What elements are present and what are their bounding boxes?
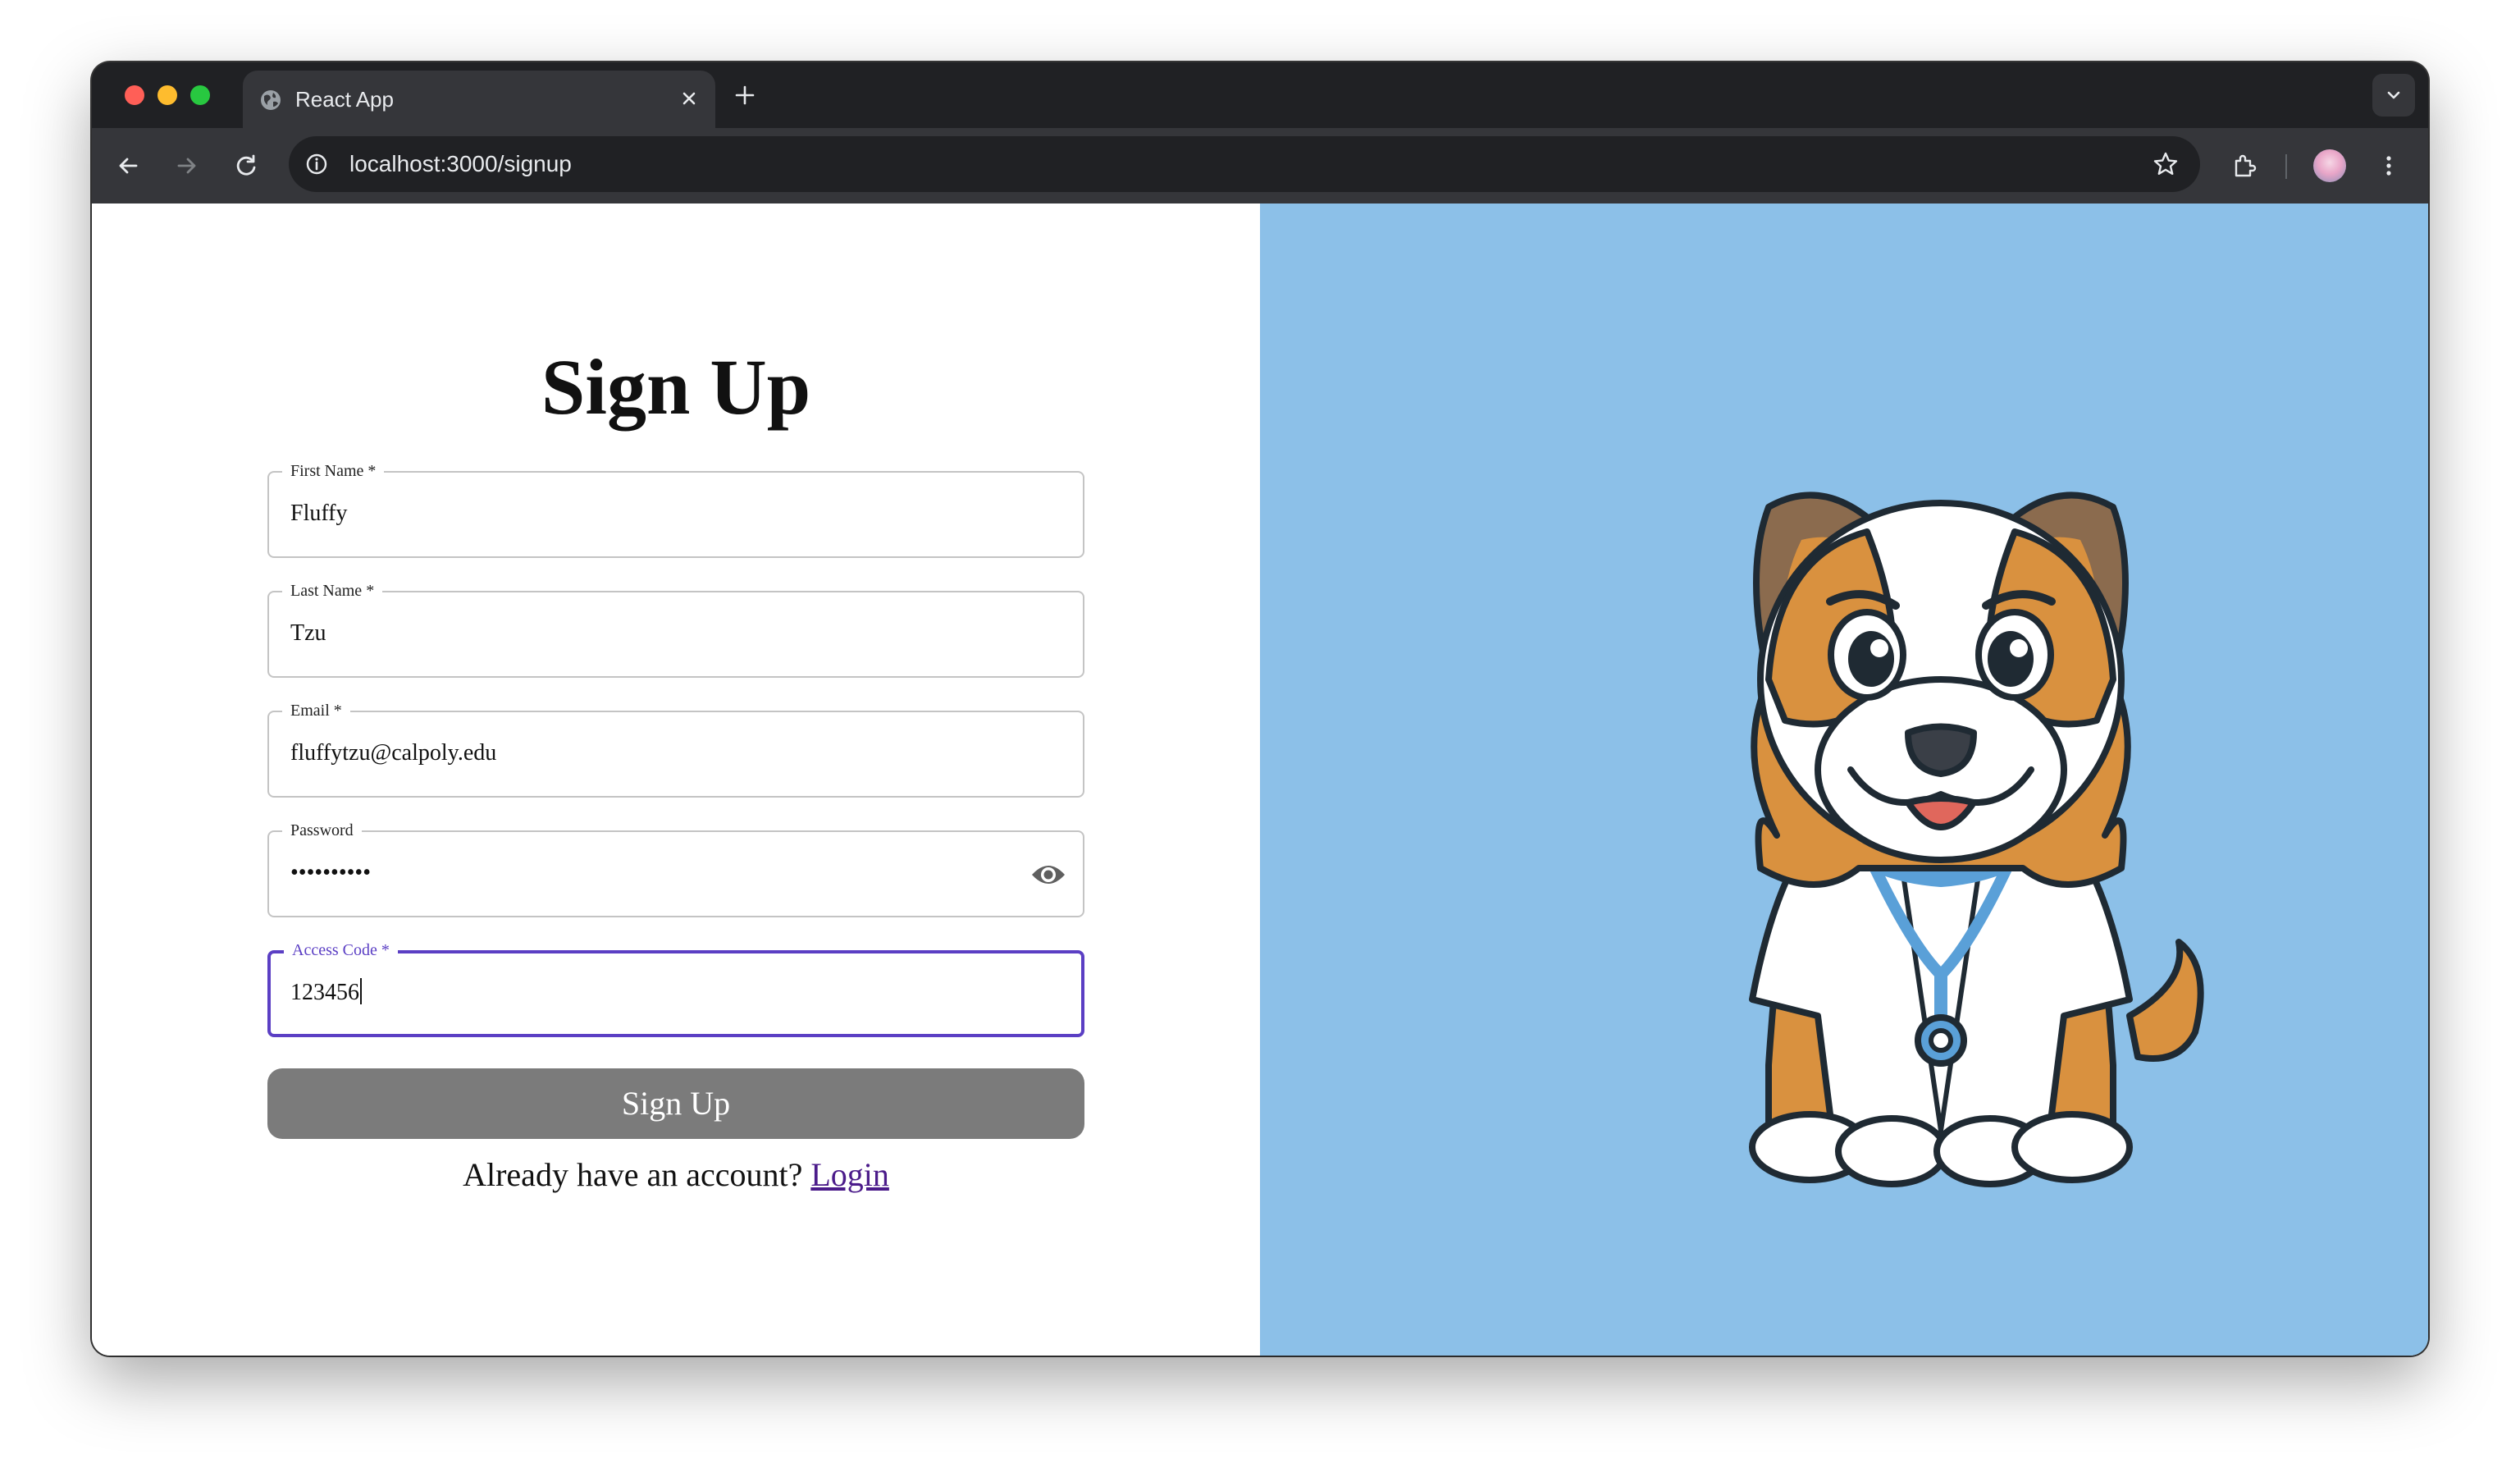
- page-content: Sign Up First Name * Fluffy Last Name * …: [92, 203, 2428, 1356]
- globe-icon: [261, 90, 281, 110]
- browser-tab[interactable]: React App: [243, 71, 715, 128]
- forward-arrow-icon[interactable]: [172, 151, 202, 181]
- profile-avatar[interactable]: [2313, 149, 2346, 182]
- first-name-field[interactable]: First Name * Fluffy: [267, 461, 1084, 558]
- first-name-value[interactable]: Fluffy: [290, 499, 348, 528]
- access-code-value: 123456: [290, 980, 359, 1005]
- back-arrow-icon[interactable]: [113, 151, 143, 181]
- last-name-value[interactable]: Tzu: [290, 619, 326, 648]
- reload-icon[interactable]: [231, 151, 261, 181]
- dog-doctor-illustration: [1749, 492, 2204, 1187]
- site-info-icon[interactable]: [304, 151, 330, 177]
- browser-toolbar: localhost:3000/signup: [92, 128, 2428, 203]
- close-window-button[interactable]: [125, 85, 144, 105]
- email-value[interactable]: fluffytzu@calpoly.edu: [290, 738, 496, 768]
- access-code-input[interactable]: 123456: [290, 978, 362, 1008]
- eye-icon[interactable]: [1030, 860, 1066, 889]
- email-label: Email *: [282, 701, 350, 720]
- first-name-label: First Name *: [282, 461, 385, 481]
- signup-form-pane: Sign Up First Name * Fluffy Last Name * …: [92, 203, 1260, 1356]
- maximize-window-button[interactable]: [190, 85, 210, 105]
- minimize-window-button[interactable]: [158, 85, 177, 105]
- toolbar-separator: [2285, 154, 2287, 179]
- email-field[interactable]: Email * fluffytzu@calpoly.edu: [267, 701, 1084, 798]
- password-value[interactable]: ••••••••••: [290, 858, 371, 888]
- url-text: localhost:3000/signup: [349, 151, 572, 176]
- chevron-down-icon: [2387, 91, 2400, 99]
- tab-search-button[interactable]: [2372, 74, 2415, 117]
- login-prompt-text: Already have an account?: [463, 1156, 803, 1193]
- text-caret: [360, 978, 362, 1004]
- sign-up-button[interactable]: Sign Up: [267, 1068, 1084, 1139]
- access-code-label: Access Code *: [284, 940, 398, 960]
- browser-window: React App localhost:3000/signup Sign Up …: [92, 62, 2428, 1356]
- last-name-field[interactable]: Last Name * Tzu: [267, 581, 1084, 678]
- address-bar[interactable]: localhost:3000/signup: [289, 136, 2200, 192]
- illustration-pane: [1260, 203, 2428, 1356]
- more-menu-icon[interactable]: [2374, 151, 2404, 181]
- last-name-label: Last Name *: [282, 581, 383, 601]
- new-tab-icon[interactable]: [732, 82, 758, 108]
- extensions-puzzle-icon[interactable]: [2230, 151, 2259, 181]
- access-code-field[interactable]: Access Code * 123456: [267, 940, 1084, 1037]
- tab-strip: React App: [92, 62, 2428, 128]
- password-label: Password: [282, 821, 362, 840]
- bookmark-star-icon[interactable]: [2151, 149, 2180, 179]
- password-field[interactable]: Password ••••••••••: [267, 821, 1084, 917]
- tab-title: React App: [295, 87, 394, 112]
- page-title: Sign Up: [541, 343, 811, 431]
- login-prompt: Already have an account? Login: [92, 1155, 1260, 1194]
- close-tab-icon[interactable]: [676, 85, 702, 112]
- login-link[interactable]: Login: [810, 1156, 889, 1193]
